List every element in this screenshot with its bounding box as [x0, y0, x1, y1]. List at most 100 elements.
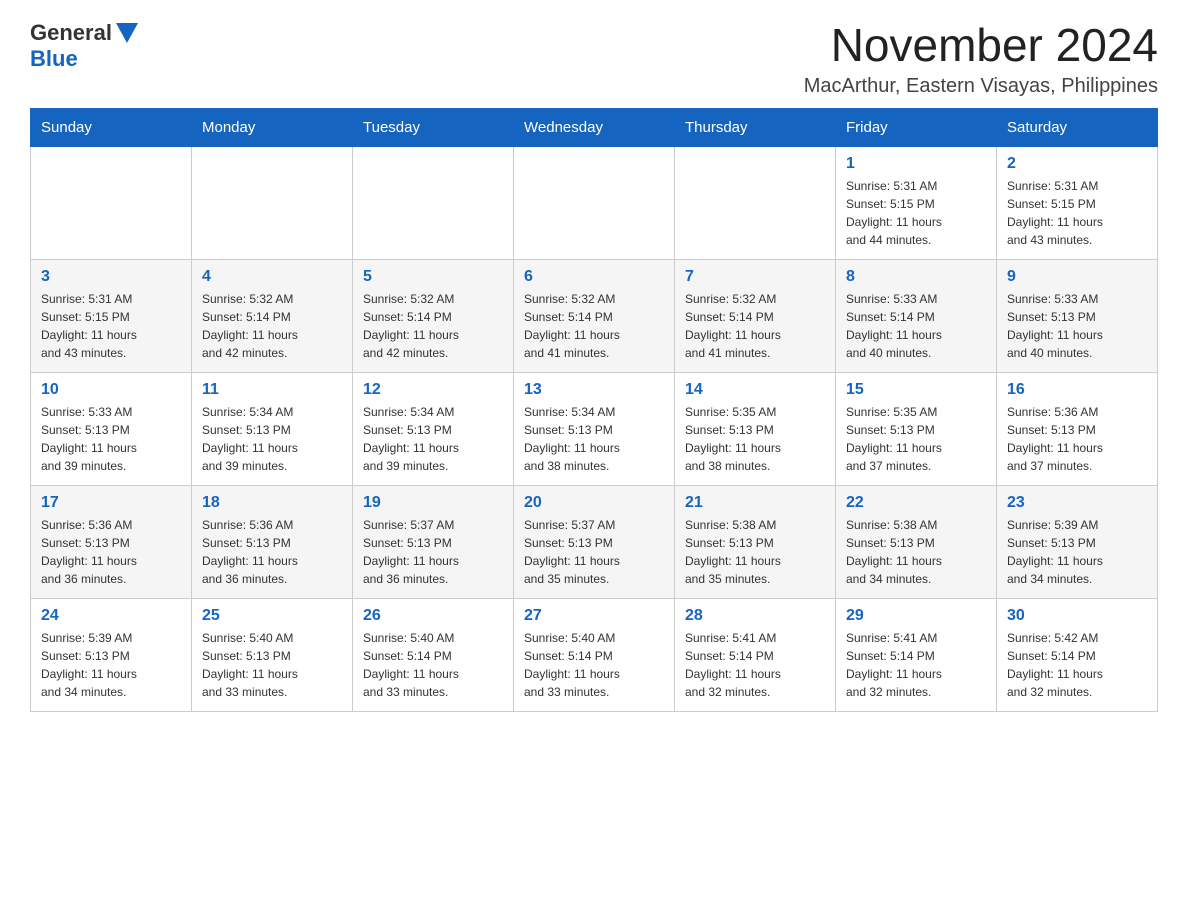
- calendar-cell: 13 Sunrise: 5:34 AM Sunset: 5:13 PM Dayli…: [514, 372, 675, 485]
- day-info: Sunrise: 5:32 AM Sunset: 5:14 PM Dayligh…: [202, 290, 342, 362]
- day-number: 14: [685, 381, 825, 399]
- day-info: Sunrise: 5:33 AM Sunset: 5:13 PM Dayligh…: [1007, 290, 1147, 362]
- weekday-header-sunday: Sunday: [31, 108, 192, 146]
- day-info: Sunrise: 5:37 AM Sunset: 5:13 PM Dayligh…: [363, 516, 503, 588]
- day-number: 27: [524, 607, 664, 625]
- calendar-cell: [675, 146, 836, 259]
- day-number: 20: [524, 494, 664, 512]
- day-info: Sunrise: 5:35 AM Sunset: 5:13 PM Dayligh…: [685, 403, 825, 475]
- day-number: 26: [363, 607, 503, 625]
- day-info: Sunrise: 5:38 AM Sunset: 5:13 PM Dayligh…: [846, 516, 986, 588]
- calendar-cell: 22 Sunrise: 5:38 AM Sunset: 5:13 PM Dayli…: [836, 485, 997, 598]
- day-number: 18: [202, 494, 342, 512]
- calendar-cell: 2 Sunrise: 5:31 AM Sunset: 5:15 PM Daylig…: [997, 146, 1158, 259]
- day-info: Sunrise: 5:36 AM Sunset: 5:13 PM Dayligh…: [1007, 403, 1147, 475]
- day-info: Sunrise: 5:36 AM Sunset: 5:13 PM Dayligh…: [41, 516, 181, 588]
- day-info: Sunrise: 5:40 AM Sunset: 5:14 PM Dayligh…: [363, 629, 503, 701]
- calendar-cell: 4 Sunrise: 5:32 AM Sunset: 5:14 PM Daylig…: [192, 259, 353, 372]
- weekday-header-row: SundayMondayTuesdayWednesdayThursdayFrid…: [31, 108, 1158, 146]
- calendar-cell: 28Sunrise: 5:41 AM Sunset: 5:14 PM Dayli…: [675, 598, 836, 711]
- day-info: Sunrise: 5:37 AM Sunset: 5:13 PM Dayligh…: [524, 516, 664, 588]
- day-info: Sunrise: 5:34 AM Sunset: 5:13 PM Dayligh…: [524, 403, 664, 475]
- weekday-header-wednesday: Wednesday: [514, 108, 675, 146]
- logo-general-text: General: [30, 20, 112, 46]
- day-number: 12: [363, 381, 503, 399]
- day-number: 22: [846, 494, 986, 512]
- calendar-cell: [514, 146, 675, 259]
- calendar-cell: 9 Sunrise: 5:33 AM Sunset: 5:13 PM Daylig…: [997, 259, 1158, 372]
- day-info: Sunrise: 5:32 AM Sunset: 5:14 PM Dayligh…: [363, 290, 503, 362]
- day-info: Sunrise: 5:32 AM Sunset: 5:14 PM Dayligh…: [685, 290, 825, 362]
- day-number: 8: [846, 268, 986, 286]
- calendar-cell: 23 Sunrise: 5:39 AM Sunset: 5:13 PM Dayli…: [997, 485, 1158, 598]
- day-info: Sunrise: 5:31 AM Sunset: 5:15 PM Dayligh…: [846, 177, 986, 249]
- day-number: 25: [202, 607, 342, 625]
- calendar-cell: 5Sunrise: 5:32 AM Sunset: 5:14 PM Daylig…: [353, 259, 514, 372]
- day-info: Sunrise: 5:41 AM Sunset: 5:14 PM Dayligh…: [685, 629, 825, 701]
- day-info: Sunrise: 5:41 AM Sunset: 5:14 PM Dayligh…: [846, 629, 986, 701]
- day-number: 23: [1007, 494, 1147, 512]
- logo-triangle-icon: [116, 23, 138, 43]
- day-number: 1: [846, 155, 986, 173]
- weekday-header-monday: Monday: [192, 108, 353, 146]
- calendar-cell: 8 Sunrise: 5:33 AM Sunset: 5:14 PM Daylig…: [836, 259, 997, 372]
- day-number: 17: [41, 494, 181, 512]
- day-info: Sunrise: 5:40 AM Sunset: 5:14 PM Dayligh…: [524, 629, 664, 701]
- weekday-header-saturday: Saturday: [997, 108, 1158, 146]
- week-row-1: 1 Sunrise: 5:31 AM Sunset: 5:15 PM Daylig…: [31, 146, 1158, 259]
- day-number: 15: [846, 381, 986, 399]
- day-number: 10: [41, 381, 181, 399]
- calendar-cell: 25 Sunrise: 5:40 AM Sunset: 5:13 PM Dayli…: [192, 598, 353, 711]
- calendar-cell: 21Sunrise: 5:38 AM Sunset: 5:13 PM Dayli…: [675, 485, 836, 598]
- calendar-cell: 14 Sunrise: 5:35 AM Sunset: 5:13 PM Dayli…: [675, 372, 836, 485]
- logo-blue-text: Blue: [30, 46, 78, 71]
- day-info: Sunrise: 5:39 AM Sunset: 5:13 PM Dayligh…: [41, 629, 181, 701]
- calendar-cell: 1 Sunrise: 5:31 AM Sunset: 5:15 PM Daylig…: [836, 146, 997, 259]
- calendar-cell: 3Sunrise: 5:31 AM Sunset: 5:15 PM Daylig…: [31, 259, 192, 372]
- calendar-cell: 7 Sunrise: 5:32 AM Sunset: 5:14 PM Daylig…: [675, 259, 836, 372]
- day-number: 24: [41, 607, 181, 625]
- day-number: 30: [1007, 607, 1147, 625]
- calendar-cell: 29Sunrise: 5:41 AM Sunset: 5:14 PM Dayli…: [836, 598, 997, 711]
- day-info: Sunrise: 5:34 AM Sunset: 5:13 PM Dayligh…: [363, 403, 503, 475]
- day-info: Sunrise: 5:34 AM Sunset: 5:13 PM Dayligh…: [202, 403, 342, 475]
- calendar-cell: 17 Sunrise: 5:36 AM Sunset: 5:13 PM Dayli…: [31, 485, 192, 598]
- weekday-header-thursday: Thursday: [675, 108, 836, 146]
- calendar-cell: [31, 146, 192, 259]
- calendar-cell: 19 Sunrise: 5:37 AM Sunset: 5:13 PM Dayli…: [353, 485, 514, 598]
- day-number: 7: [685, 268, 825, 286]
- calendar-cell: 24 Sunrise: 5:39 AM Sunset: 5:13 PM Dayli…: [31, 598, 192, 711]
- day-number: 6: [524, 268, 664, 286]
- location-title: MacArthur, Eastern Visayas, Philippines: [804, 75, 1158, 98]
- calendar-cell: 20 Sunrise: 5:37 AM Sunset: 5:13 PM Dayli…: [514, 485, 675, 598]
- title-area: November 2024 MacArthur, Eastern Visayas…: [804, 20, 1158, 98]
- month-title: November 2024: [804, 20, 1158, 71]
- day-info: Sunrise: 5:33 AM Sunset: 5:13 PM Dayligh…: [41, 403, 181, 475]
- day-info: Sunrise: 5:40 AM Sunset: 5:13 PM Dayligh…: [202, 629, 342, 701]
- day-number: 9: [1007, 268, 1147, 286]
- weekday-header-friday: Friday: [836, 108, 997, 146]
- day-number: 2: [1007, 155, 1147, 173]
- day-info: Sunrise: 5:35 AM Sunset: 5:13 PM Dayligh…: [846, 403, 986, 475]
- day-number: 19: [363, 494, 503, 512]
- day-info: Sunrise: 5:32 AM Sunset: 5:14 PM Dayligh…: [524, 290, 664, 362]
- day-info: Sunrise: 5:31 AM Sunset: 5:15 PM Dayligh…: [1007, 177, 1147, 249]
- calendar-cell: 16Sunrise: 5:36 AM Sunset: 5:13 PM Dayli…: [997, 372, 1158, 485]
- day-number: 4: [202, 268, 342, 286]
- calendar-cell: 18Sunrise: 5:36 AM Sunset: 5:13 PM Dayli…: [192, 485, 353, 598]
- day-number: 13: [524, 381, 664, 399]
- week-row-3: 10 Sunrise: 5:33 AM Sunset: 5:13 PM Dayli…: [31, 372, 1158, 485]
- page-header: General Blue November 2024 MacArthur, Ea…: [30, 20, 1158, 98]
- calendar-cell: 12 Sunrise: 5:34 AM Sunset: 5:13 PM Dayli…: [353, 372, 514, 485]
- calendar-cell: [192, 146, 353, 259]
- day-number: 21: [685, 494, 825, 512]
- weekday-header-tuesday: Tuesday: [353, 108, 514, 146]
- day-info: Sunrise: 5:39 AM Sunset: 5:13 PM Dayligh…: [1007, 516, 1147, 588]
- logo: General Blue: [30, 20, 138, 72]
- calendar-cell: 11Sunrise: 5:34 AM Sunset: 5:13 PM Dayli…: [192, 372, 353, 485]
- calendar-cell: 26 Sunrise: 5:40 AM Sunset: 5:14 PM Dayli…: [353, 598, 514, 711]
- calendar-cell: 27 Sunrise: 5:40 AM Sunset: 5:14 PM Dayli…: [514, 598, 675, 711]
- day-info: Sunrise: 5:42 AM Sunset: 5:14 PM Dayligh…: [1007, 629, 1147, 701]
- week-row-4: 17 Sunrise: 5:36 AM Sunset: 5:13 PM Dayli…: [31, 485, 1158, 598]
- day-info: Sunrise: 5:33 AM Sunset: 5:14 PM Dayligh…: [846, 290, 986, 362]
